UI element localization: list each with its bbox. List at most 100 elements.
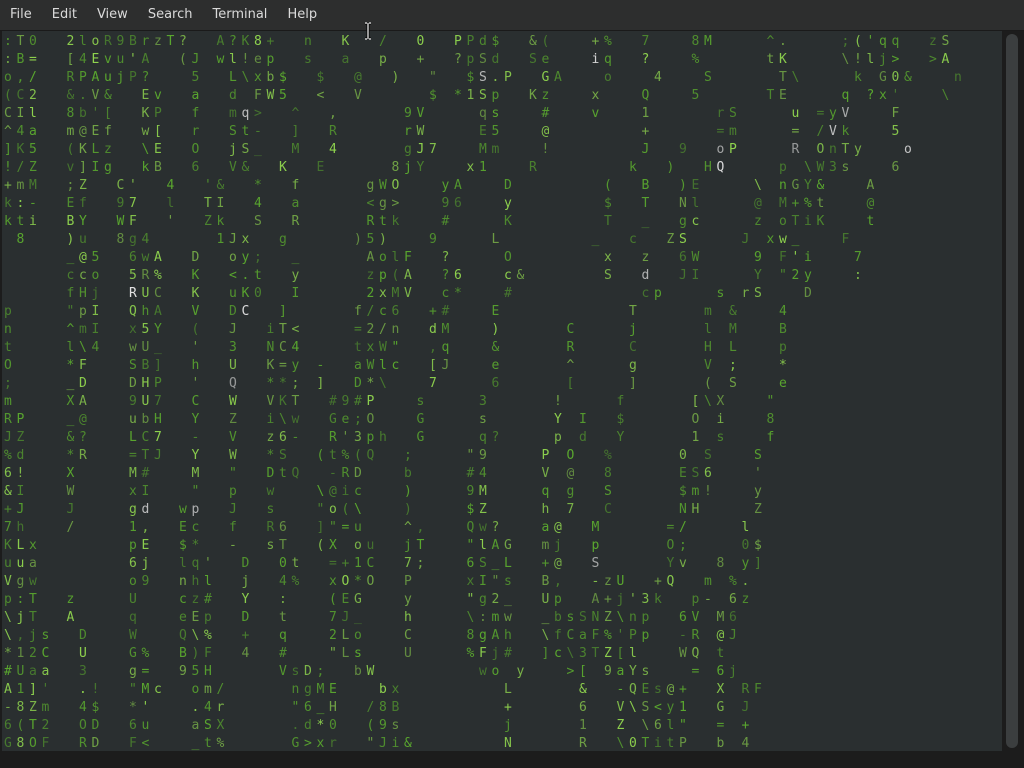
rain-glyph: T xyxy=(16,34,25,49)
rain-glyph: z xyxy=(191,592,200,607)
rain-glyph: $ xyxy=(179,538,187,553)
rain-glyph: 8 xyxy=(16,700,25,715)
rain-glyph: x xyxy=(604,250,612,265)
rain-glyph: : xyxy=(16,592,25,607)
rain-glyph: l xyxy=(379,358,387,373)
rain-glyph: ? xyxy=(179,34,187,49)
rain-glyph: # xyxy=(441,304,450,319)
scrollbar-thumb[interactable] xyxy=(1006,34,1018,748)
rain-glyph: @ xyxy=(554,556,562,571)
rain-glyph: a xyxy=(616,664,625,679)
rain-glyph: o xyxy=(4,70,12,85)
rain-glyph: R xyxy=(4,412,12,427)
rain-glyph: 0 xyxy=(254,286,262,301)
rain-glyph: D xyxy=(804,286,812,301)
rain-glyph: Q xyxy=(666,574,675,589)
rain-glyph: J xyxy=(416,142,425,157)
rain-glyph: n xyxy=(391,322,400,337)
rain-glyph: * xyxy=(316,718,325,733)
rain-glyph: V xyxy=(704,358,712,373)
rain-glyph: # xyxy=(4,664,12,679)
rain-glyph: m xyxy=(66,124,75,139)
rain-glyph: @ xyxy=(541,124,550,139)
rain-glyph: _ xyxy=(254,142,262,157)
rain-glyph: O xyxy=(666,538,675,553)
rain-glyph: v xyxy=(154,88,162,103)
rain-glyph: 7 xyxy=(404,556,412,571)
rain-glyph: g xyxy=(479,592,487,607)
rain-glyph: 4 xyxy=(16,124,25,139)
rain-glyph: ; xyxy=(679,538,687,553)
rain-glyph: L xyxy=(229,70,237,85)
rain-glyph: ; xyxy=(729,358,737,373)
rain-glyph: 5 xyxy=(29,142,37,157)
menu-help[interactable]: Help xyxy=(277,0,327,30)
rain-glyph: O xyxy=(366,412,375,427)
rain-glyph: Q xyxy=(629,682,637,697)
rain-glyph: V xyxy=(404,286,412,301)
rain-glyph: s xyxy=(416,394,425,409)
rain-glyph: T xyxy=(766,88,775,103)
rain-glyph: ; xyxy=(254,250,262,265)
rain-glyph: a xyxy=(29,664,37,679)
rain-glyph: Z xyxy=(16,430,25,445)
rain-glyph: z xyxy=(754,214,762,229)
rain-glyph: ; xyxy=(291,376,300,391)
rain-glyph: % xyxy=(604,448,612,463)
rain-glyph: A xyxy=(154,250,162,265)
rain-glyph: Y xyxy=(804,178,812,193)
rain-glyph: p xyxy=(266,52,275,67)
rain-glyph: ] xyxy=(629,376,637,391)
rain-glyph: B xyxy=(154,160,162,175)
rain-glyph: s xyxy=(304,52,312,67)
rain-glyph: B xyxy=(129,34,137,49)
rain-glyph: % xyxy=(604,628,612,643)
rain-glyph: D xyxy=(79,376,87,391)
rain-glyph: , xyxy=(416,520,425,535)
rain-glyph: 7 xyxy=(329,610,337,625)
menu-view[interactable]: View xyxy=(87,0,138,30)
rain-glyph: L xyxy=(129,430,137,445)
rain-glyph: x xyxy=(591,88,600,103)
rain-glyph: 6 xyxy=(279,520,287,535)
menu-search[interactable]: Search xyxy=(138,0,203,30)
rain-glyph: c xyxy=(79,268,87,283)
rain-glyph: C xyxy=(191,394,200,409)
rain-glyph: * xyxy=(354,574,362,589)
rain-glyph: T xyxy=(641,196,650,211)
rain-glyph: 7 xyxy=(566,502,575,517)
rain-glyph: p xyxy=(654,286,662,301)
rain-glyph: B xyxy=(66,214,75,229)
rain-glyph: m xyxy=(491,610,500,625)
rain-glyph: 8 xyxy=(466,628,475,643)
rain-glyph: k xyxy=(141,160,150,175)
rain-glyph: 4 xyxy=(329,142,337,157)
rain-glyph: [ xyxy=(566,376,575,391)
rain-glyph: M xyxy=(441,322,450,337)
rain-glyph: k xyxy=(841,124,850,139)
rain-glyph: + xyxy=(416,52,425,67)
terminal-output[interactable]: : T 0 2 l o R 9 Br z T? A? K 8 + n K/0 P Pd $ &(+% 7 8 M ^.;(' q q… xyxy=(2,31,1002,751)
menu-edit[interactable]: Edit xyxy=(42,0,87,30)
rain-glyph: S xyxy=(604,484,612,499)
rain-glyph: y xyxy=(829,106,837,121)
rain-glyph: k xyxy=(391,214,400,229)
rain-glyph: $ xyxy=(429,88,437,103)
rain-glyph: / xyxy=(816,124,825,139)
menu-file[interactable]: File xyxy=(0,0,42,30)
rain-glyph: 4 xyxy=(91,340,100,355)
rain-glyph: , xyxy=(329,106,337,121)
rain-glyph: 3 xyxy=(229,340,237,355)
rain-glyph: W xyxy=(66,484,75,499)
rain-glyph: ) xyxy=(491,322,500,337)
rain-glyph: J xyxy=(729,628,737,643)
rain-glyph: @ xyxy=(79,124,87,139)
menu-terminal[interactable]: Terminal xyxy=(202,0,277,30)
rain-glyph: J xyxy=(4,430,12,445)
rain-glyph: # xyxy=(141,466,150,481)
rain-glyph: x xyxy=(129,484,137,499)
rain-glyph: x xyxy=(254,70,262,85)
rain-glyph: V xyxy=(541,466,550,481)
rain-glyph: R xyxy=(129,286,137,301)
rain-glyph: + xyxy=(641,124,650,139)
